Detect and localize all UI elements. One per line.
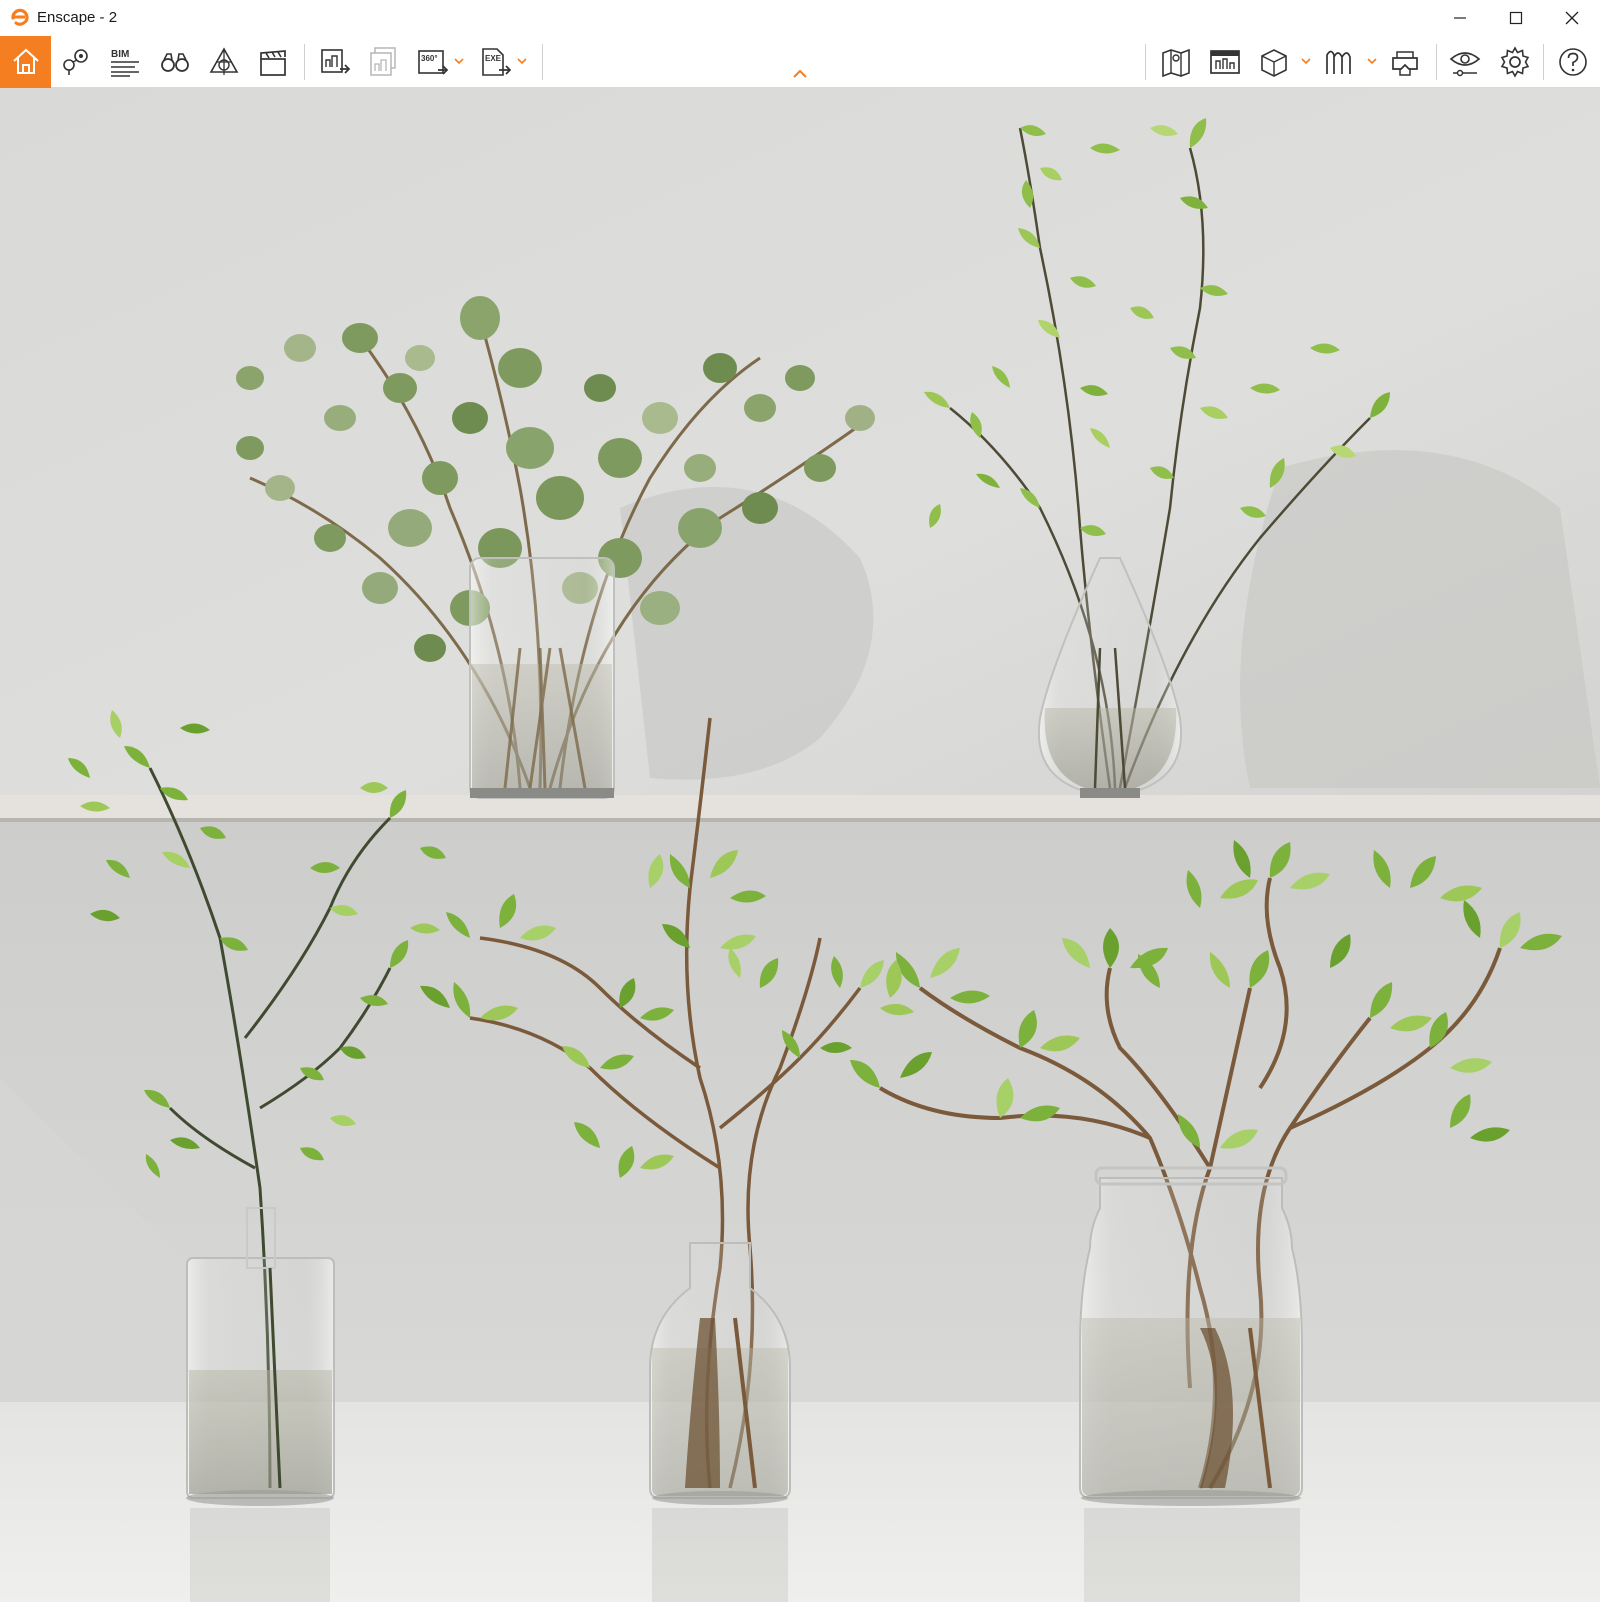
enscape-logo-icon xyxy=(11,8,29,26)
bim-button[interactable]: BIM xyxy=(102,36,148,88)
chevron-down-icon xyxy=(517,58,527,65)
chevron-down-icon xyxy=(454,58,464,65)
materials-button[interactable] xyxy=(1316,36,1362,88)
materials-icon xyxy=(1326,50,1351,74)
eye-settings-icon xyxy=(1449,52,1481,77)
exe-export-icon: EXE xyxy=(482,48,512,76)
home-button[interactable] xyxy=(0,36,51,88)
screenshot-export-button[interactable] xyxy=(312,36,358,88)
image-export-icon xyxy=(321,49,351,74)
panorama-360-icon: 360° xyxy=(418,50,449,75)
batch-render-icon xyxy=(370,47,396,76)
binoculars-icon xyxy=(161,53,189,72)
exe-export-button[interactable]: EXE xyxy=(473,36,519,88)
minimize-icon xyxy=(1454,17,1466,19)
chevron-up-icon xyxy=(793,69,807,78)
enscape-window: Enscape - 2 BIM 360° EXE xyxy=(0,0,1600,1602)
home-icon xyxy=(12,48,39,74)
maximize-button[interactable] xyxy=(1488,0,1544,36)
help-icon xyxy=(1559,48,1587,76)
plant-vases-render xyxy=(0,88,1600,1602)
collapse-toolbar-button[interactable] xyxy=(787,66,813,82)
view-mode-dropdown-caret[interactable] xyxy=(1300,54,1312,68)
svg-text:EXE: EXE xyxy=(485,54,502,63)
window-title: Enscape - 2 xyxy=(37,9,118,26)
cube-icon xyxy=(1261,49,1287,77)
general-settings-button[interactable] xyxy=(1492,36,1538,88)
panorama-dropdown-caret[interactable] xyxy=(453,54,465,68)
video-editor-button[interactable] xyxy=(250,36,296,88)
chevron-down-icon xyxy=(1367,58,1377,65)
exe-dropdown-caret[interactable] xyxy=(516,54,528,68)
map-icon xyxy=(1162,48,1190,78)
gear-icon xyxy=(1500,46,1530,78)
chevron-down-icon xyxy=(1301,58,1311,65)
bim-icon: BIM xyxy=(111,49,139,77)
svg-text:360°: 360° xyxy=(421,54,438,63)
map-button[interactable] xyxy=(1153,36,1199,88)
close-icon xyxy=(1565,11,1579,25)
materials-dropdown-caret[interactable] xyxy=(1366,54,1378,68)
toolbar-separator xyxy=(304,44,305,80)
help-button[interactable] xyxy=(1550,36,1596,88)
enscape-toolbar: BIM 360° EXE xyxy=(0,36,1600,88)
toolbar-separator xyxy=(542,44,543,80)
vr-headset-button[interactable] xyxy=(1382,36,1428,88)
atmosphere-button[interactable] xyxy=(201,36,247,88)
close-button[interactable] xyxy=(1544,0,1600,36)
minimize-button[interactable] xyxy=(1432,0,1488,36)
asset-library-button[interactable] xyxy=(1202,36,1248,88)
visual-settings-button[interactable] xyxy=(1442,36,1488,88)
panorama-button[interactable]: 360° xyxy=(410,36,456,88)
maximize-icon xyxy=(1509,11,1523,25)
clapperboard-icon xyxy=(260,50,286,76)
toolbar-separator xyxy=(1543,44,1544,80)
location-pin-icon xyxy=(63,49,88,75)
view-mode-button[interactable] xyxy=(1251,36,1297,88)
toolbar-separator xyxy=(1436,44,1437,80)
toolbar-separator xyxy=(1145,44,1146,80)
render-viewport[interactable] xyxy=(0,88,1600,1602)
window-controls xyxy=(1432,0,1600,36)
svg-text:BIM: BIM xyxy=(111,49,129,60)
atmosphere-icon xyxy=(209,47,239,75)
binoculars-button[interactable] xyxy=(152,36,198,88)
batch-render-button[interactable] xyxy=(361,36,407,88)
views-button[interactable] xyxy=(53,36,99,88)
vr-headset-icon xyxy=(1392,51,1418,76)
asset-library-icon xyxy=(1210,50,1240,74)
title-bar: Enscape - 2 xyxy=(0,0,1600,36)
